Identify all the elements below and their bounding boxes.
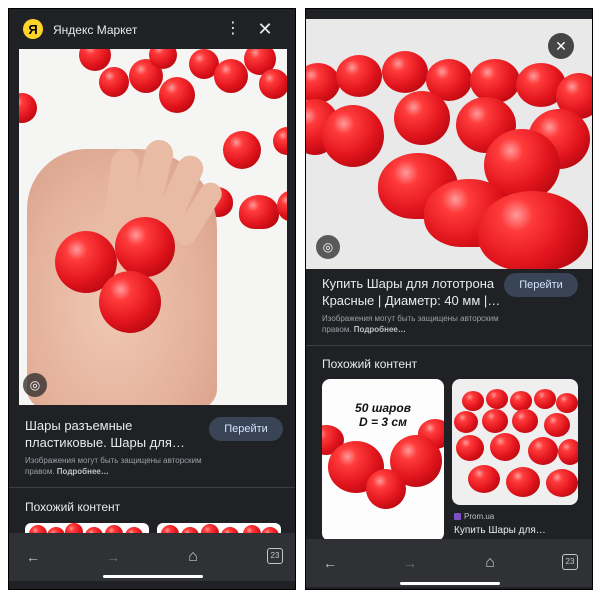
divider (306, 345, 592, 346)
lens-search-icon[interactable]: ◎ (316, 235, 340, 259)
card-title[interactable]: Купить Шары для… (454, 525, 546, 536)
card-overlay-count: 50 шаров (355, 401, 411, 415)
gesture-bar (103, 575, 203, 578)
back-icon[interactable]: ← (23, 547, 43, 567)
goto-button[interactable]: Перейти (504, 273, 578, 297)
home-icon[interactable]: ⌂ (183, 547, 203, 567)
similar-content-title: Похожий контент (25, 500, 121, 514)
goto-button[interactable]: Перейти (209, 417, 283, 441)
home-icon[interactable]: ⌂ (480, 553, 500, 573)
similar-card-2-image[interactable] (452, 379, 578, 505)
similar-card-1[interactable]: 50 шаров D = 3 см (322, 379, 444, 541)
image-title[interactable]: Шары разъемные пластиковые. Шары для… (25, 417, 185, 451)
forward-icon[interactable]: → (103, 547, 123, 567)
left-phone-screen: Я Яндекс Маркет ⋮ ✕ ◎ Шары разъемные пла… (8, 8, 296, 590)
bottom-navigation: ← → ⌂ 23 (9, 533, 295, 581)
copyright-notice: Изображения могут быть защищены авторски… (25, 456, 202, 476)
tabs-count-icon[interactable]: 23 (562, 554, 578, 570)
lens-search-icon[interactable]: ◎ (23, 373, 47, 397)
forward-icon[interactable]: → (400, 553, 420, 573)
right-phone-screen: ◎ ✕ Купить Шары для лототрона Красные | … (305, 8, 593, 590)
copyright-notice: Изображения могут быть защищены авторски… (322, 314, 499, 334)
prom-favicon-icon (454, 513, 461, 520)
yandex-market-logo: Я (23, 19, 43, 39)
similar-content-title: Похожий контент (322, 357, 418, 371)
divider (9, 487, 295, 488)
close-icon[interactable]: ✕ (255, 19, 275, 39)
tabs-count-icon[interactable]: 23 (267, 548, 283, 564)
more-link[interactable]: Подробнее… (354, 325, 406, 334)
main-image[interactable]: ◎ (19, 49, 287, 405)
close-icon[interactable]: ✕ (548, 33, 574, 59)
top-bar: Я Яндекс Маркет ⋮ ✕ (9, 9, 295, 49)
site-name: Яндекс Маркет (53, 23, 138, 37)
card-source: Prom.ua (454, 512, 494, 521)
image-title[interactable]: Купить Шары для лототрона Красные | Диам… (322, 275, 500, 309)
more-options-icon[interactable]: ⋮ (225, 19, 241, 39)
gesture-bar (400, 582, 500, 585)
bottom-navigation: ← → ⌂ 23 (306, 539, 592, 587)
main-image[interactable]: ◎ ✕ (306, 19, 592, 269)
back-icon[interactable]: ← (320, 553, 340, 573)
more-link[interactable]: Подробнее… (57, 467, 109, 476)
